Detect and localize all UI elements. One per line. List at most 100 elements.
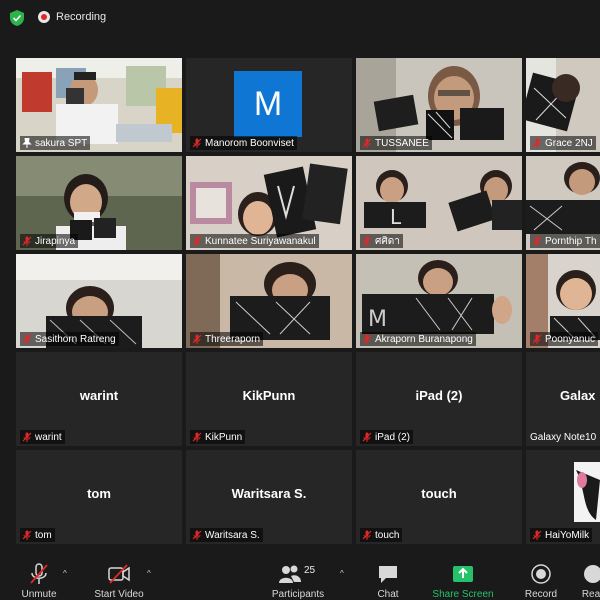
participant-tile[interactable]: Grace 2NJ bbox=[526, 58, 600, 152]
participants-button[interactable]: 25 Participants bbox=[268, 554, 328, 600]
video-off-icon bbox=[108, 564, 130, 584]
participant-name: tom bbox=[35, 529, 52, 541]
participant-display-name: iPad (2) bbox=[415, 388, 463, 403]
participant-name: iPad (2) bbox=[375, 431, 411, 443]
participant-name: TUSSANEE bbox=[375, 137, 429, 149]
participant-name-plate: iPad (2) bbox=[360, 430, 414, 444]
start-video-label: Start Video bbox=[94, 589, 144, 600]
participant-display-name: Waritsara S. bbox=[231, 486, 307, 501]
participant-tile[interactable]: warint warint bbox=[16, 352, 182, 446]
participant-tile[interactable]: tom tom bbox=[16, 450, 182, 544]
participant-name: Poonyanuc bbox=[545, 333, 596, 345]
share-screen-button[interactable]: Share Screen bbox=[432, 554, 494, 600]
muted-mic-icon bbox=[362, 138, 372, 148]
participant-name-plate: Sasithorn Ratreng bbox=[20, 332, 119, 346]
participant-name-plate: KikPunn bbox=[190, 430, 246, 444]
participant-tile[interactable]: Galax Galaxy Note10 bbox=[526, 352, 600, 446]
svg-text:M: M bbox=[368, 307, 387, 332]
unmute-label: Unmute bbox=[21, 589, 57, 600]
record-label: Record bbox=[524, 589, 558, 600]
participant-tile[interactable]: M Manorom Boonviset bbox=[186, 58, 352, 152]
muted-mic-icon bbox=[532, 530, 542, 540]
participant-name-plate: Poonyanuc bbox=[530, 332, 599, 346]
participant-name: Grace 2NJ bbox=[545, 137, 593, 149]
participants-label: Participants bbox=[271, 589, 325, 600]
participant-name: Waritsara S. bbox=[205, 529, 260, 541]
participant-display-name: warint bbox=[79, 388, 119, 403]
participant-display-name: touch bbox=[421, 486, 457, 501]
start-video-button[interactable]: Start Video bbox=[92, 554, 146, 600]
unmute-button[interactable]: Unmute bbox=[18, 554, 60, 600]
muted-mic-icon bbox=[192, 334, 202, 344]
participant-name-plate: ศศิดา bbox=[360, 234, 403, 248]
muted-mic-icon bbox=[22, 334, 32, 344]
participant-tile[interactable]: sakura SPT bbox=[16, 58, 182, 152]
meeting-controls-toolbar: Unmute ^ Start Video ^ 25 Participants ^… bbox=[0, 554, 600, 600]
participant-name-plate: touch bbox=[360, 528, 403, 542]
security-shield-icon[interactable] bbox=[10, 10, 24, 26]
participant-tile[interactable]: HaiYoMilk bbox=[526, 450, 600, 544]
participant-tile[interactable]: Poonyanuc bbox=[526, 254, 600, 348]
participant-name-plate: Threeraporn bbox=[190, 332, 264, 346]
participant-name-plate: Pornthip Th bbox=[530, 234, 600, 248]
participant-tile[interactable]: Waritsara S. Waritsara S. bbox=[186, 450, 352, 544]
chat-bubble-icon bbox=[379, 566, 397, 583]
participants-options-chevron-icon[interactable]: ^ bbox=[340, 569, 344, 578]
participants-count: 25 bbox=[304, 565, 316, 576]
participant-tile[interactable]: TUSSANEE bbox=[356, 58, 522, 152]
participant-name: Threeraporn bbox=[205, 333, 261, 345]
audio-options-chevron-icon[interactable]: ^ bbox=[63, 569, 67, 578]
muted-mic-icon bbox=[532, 236, 542, 246]
recording-label: Recording bbox=[56, 11, 107, 23]
participant-tile[interactable]: Threeraporn bbox=[186, 254, 352, 348]
participant-name: ศศิดา bbox=[375, 235, 400, 247]
participants-icon bbox=[279, 565, 301, 583]
participant-tile[interactable]: L ศศิดา bbox=[356, 156, 522, 250]
participant-name: sakura SPT bbox=[35, 137, 88, 149]
muted-mic-icon bbox=[22, 530, 32, 540]
participant-name-plate: Waritsara S. bbox=[190, 528, 263, 542]
muted-mic-icon bbox=[532, 138, 542, 148]
participant-tile[interactable]: Jirapinya bbox=[16, 156, 182, 250]
participant-name-plate: Akraporn Buranapong bbox=[360, 332, 476, 346]
participant-tile[interactable]: Sasithorn Ratreng bbox=[16, 254, 182, 348]
muted-mic-icon bbox=[192, 432, 202, 442]
participant-display-name: KikPunn bbox=[242, 388, 296, 403]
participant-name-plate: HaiYoMilk bbox=[530, 528, 593, 542]
recording-indicator[interactable]: Recording bbox=[38, 11, 106, 23]
participant-gallery: sakura SPT M Manorom Boonviset TUSSANEE bbox=[0, 58, 600, 548]
participant-name: touch bbox=[375, 529, 400, 541]
muted-mic-icon bbox=[22, 236, 32, 246]
reactions-button[interactable]: Rea bbox=[582, 554, 600, 600]
participant-tile[interactable]: Kunnatee Suriyawanakul bbox=[186, 156, 352, 250]
muted-mic-icon bbox=[22, 432, 32, 442]
chat-button[interactable]: Chat bbox=[372, 554, 404, 600]
participant-name: Pornthip Th bbox=[545, 235, 597, 247]
participant-tile[interactable]: Pornthip Th bbox=[526, 156, 600, 250]
record-button[interactable]: Record bbox=[522, 554, 560, 600]
muted-mic-icon bbox=[362, 236, 372, 246]
participant-name-plate: Jirapinya bbox=[20, 234, 79, 248]
participant-name-plate: Kunnatee Suriyawanakul bbox=[190, 234, 319, 248]
share-screen-label: Share Screen bbox=[432, 589, 494, 600]
meeting-top-bar: Recording bbox=[0, 0, 600, 36]
participant-avatar: M bbox=[234, 71, 302, 137]
participant-tile[interactable]: iPad (2) iPad (2) bbox=[356, 352, 522, 446]
participant-tile[interactable]: M Akraporn Buranapong bbox=[356, 254, 522, 348]
muted-mic-icon bbox=[532, 334, 542, 344]
participant-name-plate: warint bbox=[20, 430, 65, 444]
pin-icon bbox=[22, 138, 32, 148]
video-options-chevron-icon[interactable]: ^ bbox=[147, 569, 151, 578]
participant-name-plate: Manorom Boonviset bbox=[190, 136, 297, 150]
muted-mic-icon bbox=[192, 530, 202, 540]
recording-dot-icon bbox=[38, 11, 50, 23]
participant-name-plate: Grace 2NJ bbox=[530, 136, 596, 150]
participant-tile[interactable]: KikPunn KikPunn bbox=[186, 352, 352, 446]
muted-mic-icon bbox=[362, 432, 372, 442]
participant-name-plate: Galaxy Note10 bbox=[528, 430, 599, 444]
participant-tile[interactable]: touch touch bbox=[356, 450, 522, 544]
participant-name: Galaxy Note10 bbox=[530, 431, 597, 443]
record-icon bbox=[531, 564, 551, 584]
participant-name: Sasithorn Ratreng bbox=[35, 333, 116, 345]
participant-display-name: Galax bbox=[560, 388, 596, 403]
